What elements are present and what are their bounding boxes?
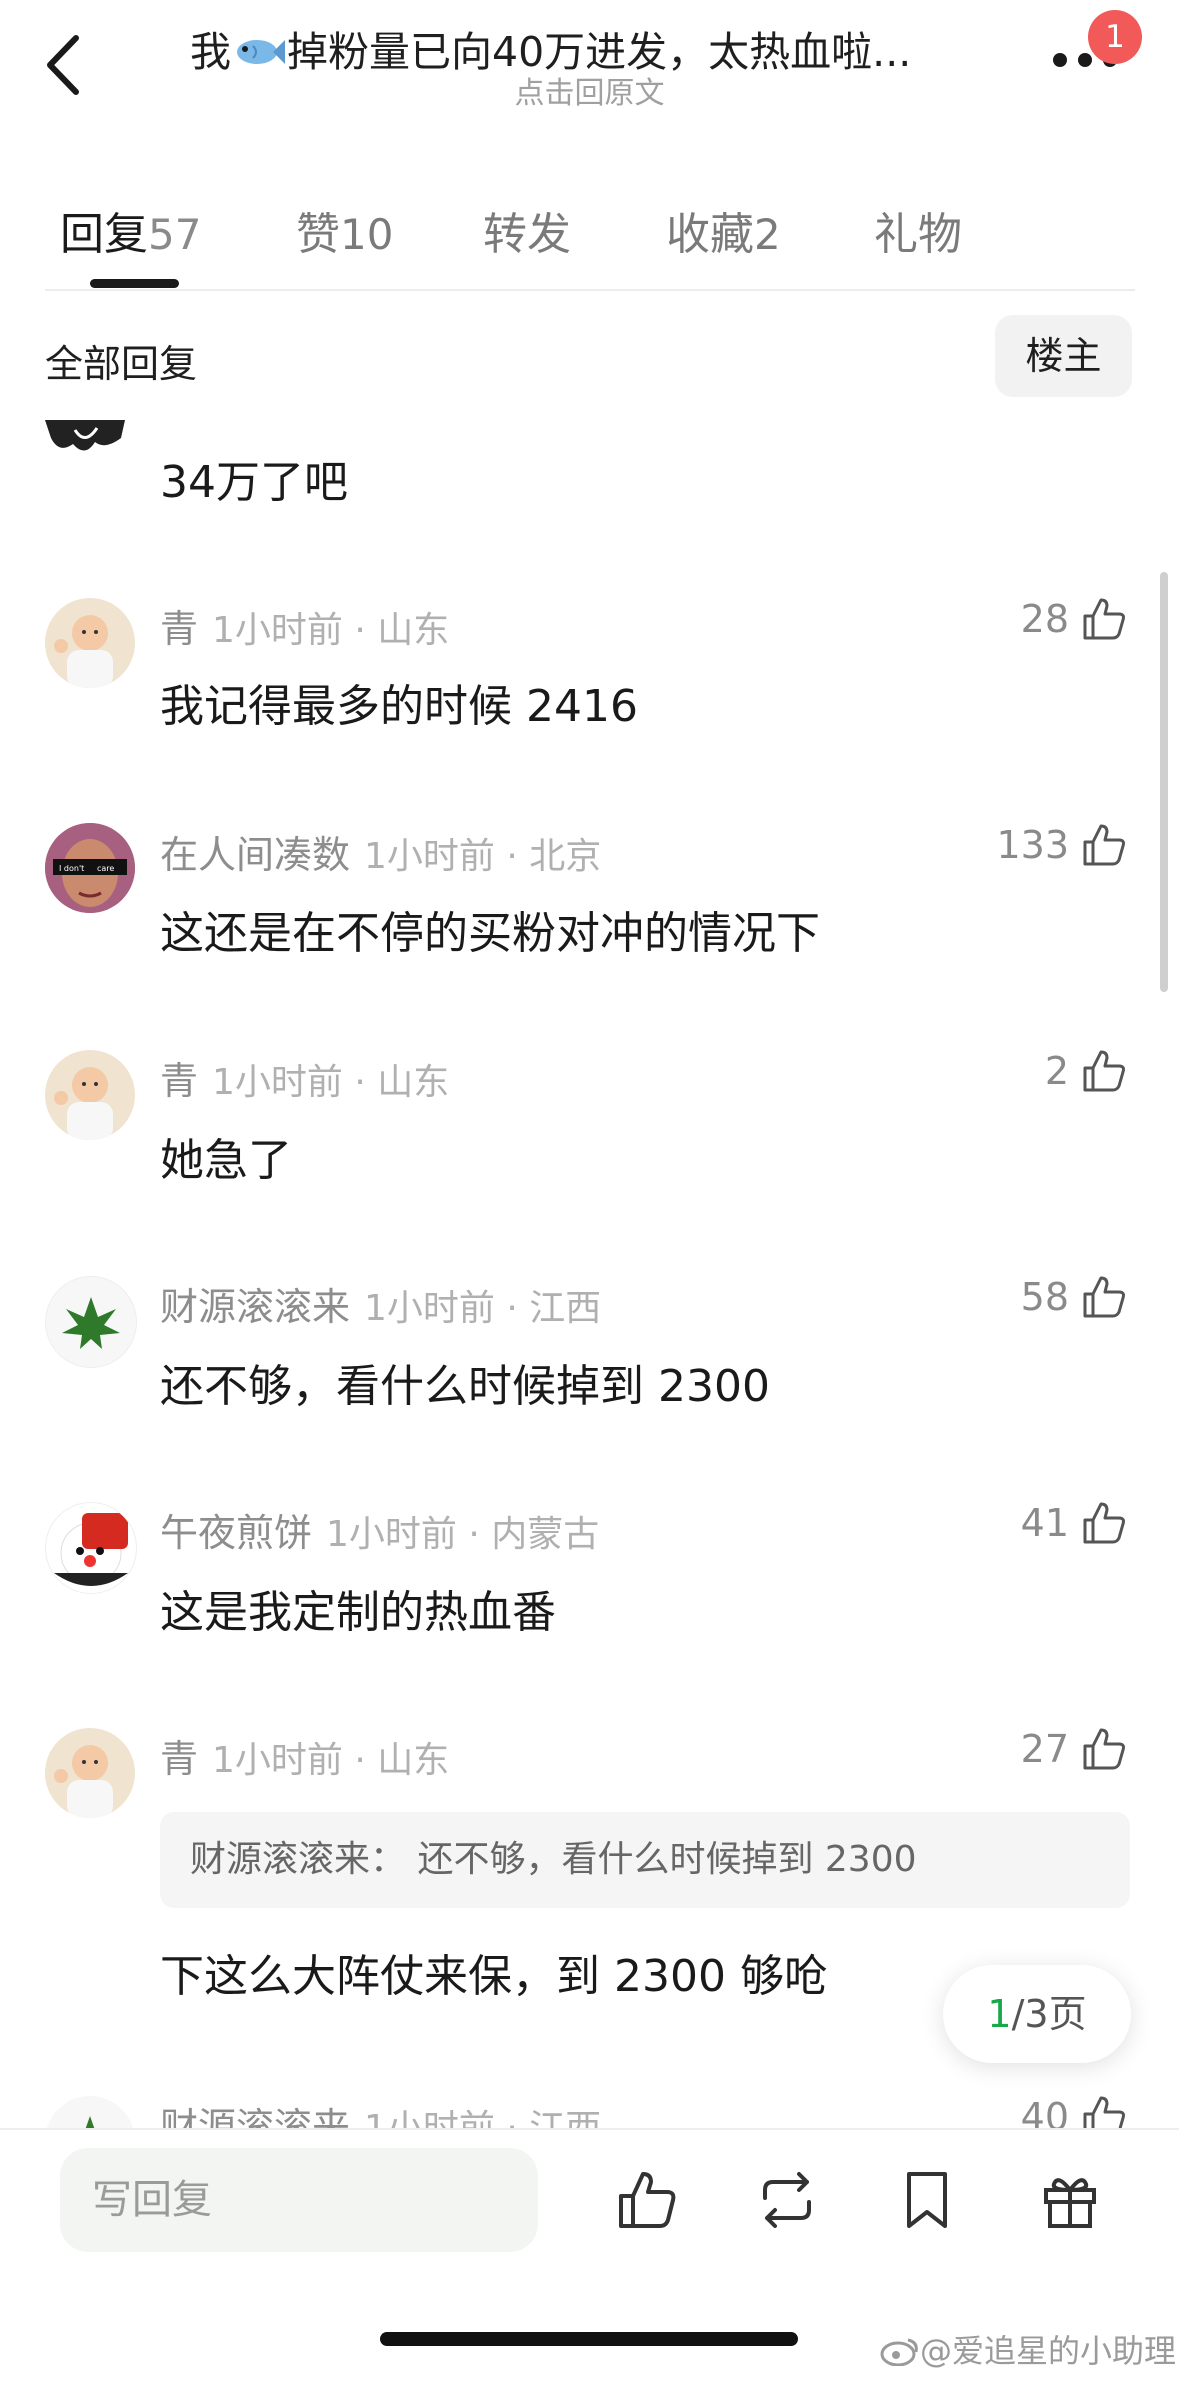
comment-text: 这是我定制的热血番 [160, 1587, 556, 1638]
comment-text: 下这么大阵仗来保，到 2300 够呛 [160, 1951, 828, 2002]
author-name: 青 [160, 1737, 199, 1781]
active-tab-indicator [90, 279, 179, 288]
like-button[interactable]: 41 [1021, 1500, 1127, 1546]
author-name: 在人间凑数 [160, 833, 351, 877]
like-button[interactable]: 27 [1021, 1726, 1127, 1772]
reply-input[interactable]: 写回复 [60, 2148, 538, 2252]
tab-collections[interactable]: 收藏2 [666, 198, 781, 262]
divider [45, 289, 1135, 291]
comment-text: 我记得最多的时候 2416 [160, 681, 638, 732]
scrollbar[interactable] [1160, 572, 1168, 992]
avatar[interactable] [45, 1502, 137, 1594]
tab-count: 10 [340, 210, 394, 259]
total-pages: /3页 [1011, 1992, 1087, 2036]
like-count: 133 [996, 823, 1069, 867]
comment-meta: 1小时前 · 山东 [212, 610, 450, 651]
comment-meta: 1小时前 · 江西 [364, 1288, 602, 1329]
avatar[interactable] [45, 1276, 137, 1368]
comment-meta: 1小时前 · 内蒙古 [326, 1514, 600, 1555]
tab-count: 2 [754, 210, 781, 259]
comment-author[interactable]: 午夜煎饼 1小时前 · 内蒙古 [160, 1502, 599, 1557]
comment-meta: 1小时前 · 山东 [212, 1062, 450, 1103]
avatar[interactable] [45, 1728, 135, 1818]
tab-gifts[interactable]: 礼物 [874, 198, 962, 262]
thumbs-up-icon [1083, 824, 1125, 866]
comment-text: 34万了吧 [160, 457, 348, 508]
author-name: 青 [160, 607, 199, 651]
op-only-button[interactable]: 楼主 [995, 315, 1132, 397]
repost-icon[interactable] [755, 2168, 819, 2232]
comment-text: 她急了 [160, 1135, 292, 1186]
like-count: 41 [1020, 1501, 1069, 1545]
fish-emoji-icon [237, 40, 285, 64]
author-name: 财源滚滚来 [160, 1285, 351, 1329]
thumbs-up-icon [1083, 598, 1125, 640]
watermark: @爱追星的小助理 [880, 2326, 1176, 2372]
like-count: 28 [1020, 597, 1069, 641]
like-button[interactable]: 2 [1045, 1048, 1127, 1094]
section-title: 全部回复 [45, 342, 198, 386]
like-count: 27 [1020, 1727, 1069, 1771]
tab-count: 57 [148, 210, 202, 259]
avatar[interactable] [45, 420, 125, 460]
notification-badge: 1 [1088, 10, 1142, 64]
tab-label: 转发 [483, 209, 571, 260]
thumbs-up-icon [1083, 1276, 1125, 1318]
tab-label: 礼物 [874, 209, 962, 260]
comment-author[interactable]: 青 1小时前 · 山东 [160, 1050, 449, 1105]
comment-author[interactable]: 在人间凑数 1小时前 · 北京 [160, 824, 601, 879]
page-indicator[interactable]: 1/3页 [943, 1965, 1131, 2063]
quoted-reply[interactable]: 财源滚滚来： 还不够，看什么时候掉到 2300 [160, 1812, 1130, 1908]
author-name: 青 [160, 1059, 199, 1103]
thumbs-up-icon [1083, 1728, 1125, 1770]
back-to-original-link[interactable]: 点击回原文 [0, 68, 1179, 112]
tab-forwards[interactable]: 转发 [483, 198, 571, 262]
like-count: 2 [1044, 1049, 1069, 1093]
home-indicator [380, 2332, 798, 2346]
thumbs-up-icon [1083, 1050, 1125, 1092]
svg-text:care: care [97, 864, 114, 873]
like-button[interactable]: 133 [996, 822, 1127, 868]
comment-meta: 1小时前 · 北京 [364, 836, 602, 877]
like-count: 58 [1020, 1275, 1069, 1319]
current-page: 1 [987, 1992, 1012, 2036]
avatar[interactable]: I don't care [45, 823, 135, 913]
weibo-logo-icon [880, 2338, 918, 2367]
comment-author[interactable]: 青 1小时前 · 山东 [160, 598, 449, 653]
thumbs-up-icon[interactable] [615, 2168, 679, 2232]
author-name: 午夜煎饼 [160, 1511, 313, 1555]
comment-meta: 1小时前 · 山东 [212, 1740, 450, 1781]
like-button[interactable]: 28 [1021, 596, 1127, 642]
comment-author[interactable]: 青 1小时前 · 山东 [160, 1728, 449, 1783]
tab-likes[interactable]: 赞10 [296, 198, 393, 262]
svg-text:I don't: I don't [59, 864, 84, 873]
bookmark-icon[interactable] [895, 2168, 959, 2232]
like-button[interactable]: 58 [1021, 1274, 1127, 1320]
watermark-text: @爱追星的小助理 [920, 2332, 1177, 2370]
gift-icon[interactable] [1038, 2168, 1102, 2232]
comment-text: 还不够，看什么时候掉到 2300 [160, 1361, 770, 1412]
avatar[interactable] [45, 598, 135, 688]
avatar[interactable] [45, 1050, 135, 1140]
comment-text: 这还是在不停的买粉对冲的情况下 [160, 908, 820, 959]
tab-label: 收藏 [666, 209, 754, 260]
tab-replies[interactable]: 回复57 [60, 198, 201, 262]
tab-label: 回复 [60, 209, 148, 260]
comment-author[interactable]: 财源滚滚来 1小时前 · 江西 [160, 1276, 601, 1331]
tab-label: 赞 [296, 209, 340, 260]
thumbs-up-icon [1083, 1502, 1125, 1544]
